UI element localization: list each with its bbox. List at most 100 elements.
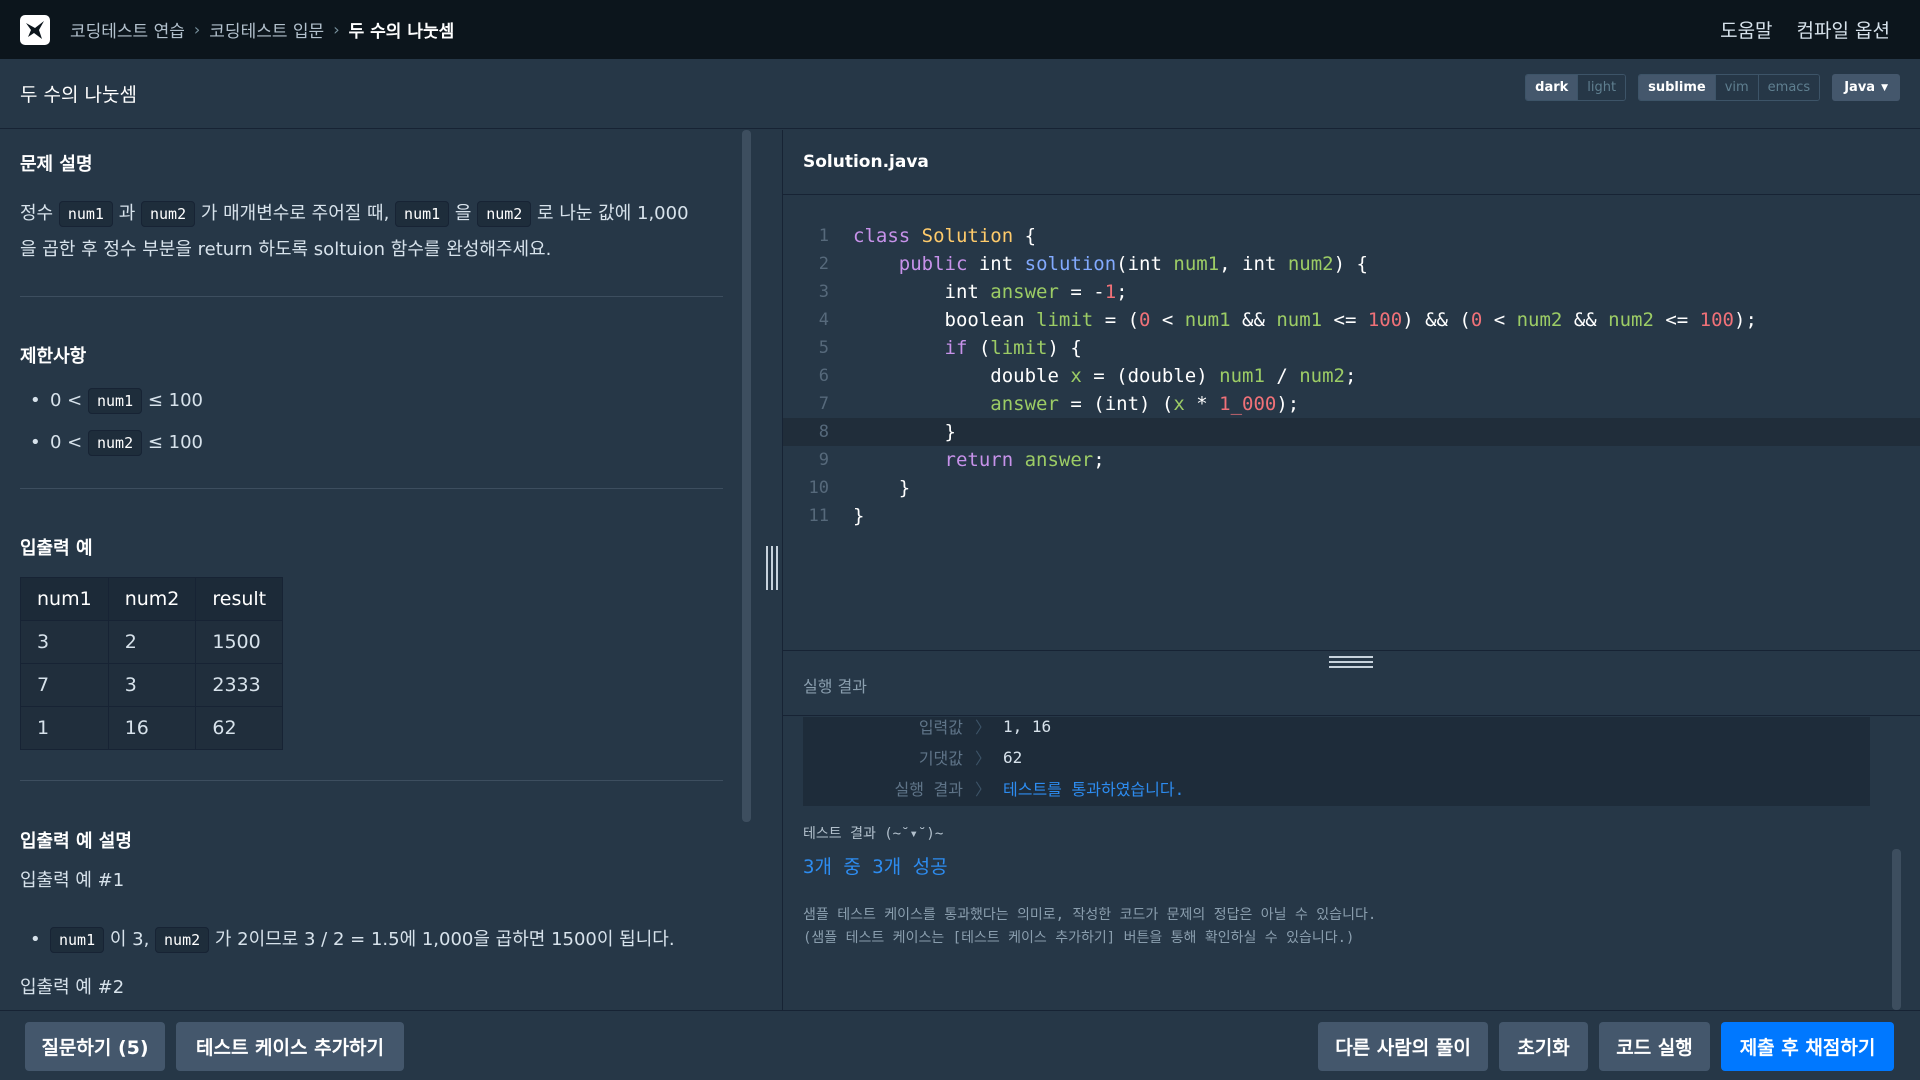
constraints-title: 제한사항 [20,346,87,367]
others-solutions-button[interactable]: 다른 사람의 풀이 [1318,1022,1488,1071]
result-output: 입력값 〉 1, 16 기댓값 〉 62 실행 결과 〉 테스트를 통과하였습니다. 테스트… [783,717,1920,1010]
table-cell: 1 [20,706,109,750]
keymap-vim-button[interactable]: vim [1715,75,1759,100]
code-token: solution [1024,253,1117,275]
theme-dark-button[interactable]: dark [1526,75,1579,100]
code-token: limit [990,337,1048,359]
text: 로 나눈 값에 1,000 [531,203,689,224]
code-token: Solution [921,225,1014,247]
compile-options-link[interactable]: 컴파일 옵션 [1797,16,1890,43]
input-value: 1, 16 [1003,717,1052,736]
code-editor[interactable]: 1 class Solution { 2 public int solution(… [783,222,1920,530]
code-line: 5 if (limit) { [783,334,1920,362]
text: 가 매개변수로 주어질 때, [195,203,396,224]
problem-scrollbar[interactable] [742,130,751,822]
caret-down-icon: ▼ [1881,82,1888,93]
breadcrumb: 코딩테스트 연습 › 코딩테스트 입문 › 두 수의 나눗셈 [70,17,454,42]
code-token: num2 [1287,253,1334,275]
table-cell: 2 [107,620,197,664]
result-title: 실행 결과 [803,677,867,696]
code-token: num2 [1299,365,1345,387]
question-button[interactable]: 질문하기 (5) [25,1022,165,1071]
test-summary-title: 테스트 결과 (~˘▾˘)~ [803,826,944,842]
page-title: 두 수의 나눗셈 [20,84,137,106]
chevron-right-icon: › [193,20,201,39]
result-row: 실행 결과 〉 테스트를 통과하였습니다. [803,773,1184,803]
table-cell: 1500 [195,620,284,664]
code-token: 0 [1139,309,1151,331]
vertical-resize-handle[interactable] [766,546,778,590]
inline-code: num2 [155,927,210,953]
language-value: Java [1844,80,1876,95]
add-testcase-button[interactable]: 테스트 케이스 추가하기 [176,1022,404,1071]
table-cell: 3 [20,620,109,664]
code-line: 11} [783,502,1920,530]
theme-light-button[interactable]: light [1578,75,1626,100]
code-token: class [853,225,911,247]
code-token: return [944,449,1014,471]
top-nav: 코딩테스트 연습 › 코딩테스트 입문 › 두 수의 나눗셈 도움말 컴파일 옵… [0,0,1920,59]
language-select[interactable]: Java ▼ [1832,74,1900,101]
breadcrumb-item[interactable]: 코딩테스트 입문 [209,17,324,42]
table-header: result [195,577,284,621]
example1-label: 입출력 예 #1 [20,870,125,891]
code-token: public [898,253,968,275]
code-token: boolean [944,309,1025,331]
submit-button[interactable]: 제출 후 채점하기 [1721,1022,1894,1071]
code-line-active: 8 } [783,418,1920,446]
logo-icon[interactable] [20,14,50,45]
note-line: (샘플 테스트 케이스는 [테스트 케이스 추가하기] 버튼을 통해 확인하실 … [803,930,1355,946]
line-number: 7 [818,394,829,414]
example2-label: 입출력 예 #2 [20,977,125,998]
table-cell: 62 [195,706,284,750]
line-number: 11 [808,506,829,526]
line-number: 2 [818,254,829,274]
code-token: num1 [1184,309,1231,331]
line-number: 4 [818,310,829,330]
chevron-right-icon: 〉 [975,718,992,737]
inline-code: num2 [87,430,143,456]
reset-button[interactable]: 초기화 [1499,1022,1588,1071]
result-value: 테스트를 통과하였습니다. [1003,780,1185,799]
text: 정수 [20,203,59,224]
table-row: 3 2 1500 [20,620,284,664]
result-label: 실행 결과 [894,780,963,799]
code-token: answer [990,393,1059,415]
list-item: num1 이 3, num2 가 2이므로 3 / 2 = 1.5에 1,000… [20,919,723,961]
title-bar: 두 수의 나눗셈 dark light sublime vim emacs Ja… [0,59,1920,129]
example1-list: num1 이 3, num2 가 2이므로 3 / 2 = 1.5에 1,000… [20,919,723,961]
keymap-sublime-button[interactable]: sublime [1639,75,1716,100]
result-scrollbar[interactable] [1892,849,1901,1010]
line-number: 6 [818,366,829,386]
test-case-box: 입력값 〉 1, 16 기댓값 〉 62 실행 결과 〉 테스트를 통과하였습니다. [803,717,1870,806]
code-token: double [1127,365,1197,387]
help-link[interactable]: 도움말 [1720,16,1772,43]
expected-value: 62 [1003,747,1023,767]
list-item: 0 < num2 ≤ 100 [20,422,203,464]
horizontal-resize-handle[interactable] [1329,656,1373,671]
text: ≤ 100 [142,390,203,411]
code-line: 7 answer = (int) (x * 1_000); [783,390,1920,418]
code-token: int [978,253,1014,275]
test-summary-count: 3개 중 3개 성공 [803,856,948,878]
text: 을 [449,203,478,224]
inline-code: num1 [50,927,105,953]
divider [20,780,723,781]
file-tab[interactable]: Solution.java [783,130,1920,195]
result-row: 기댓값 〉 62 [803,742,1022,772]
code-token: num1 [1276,309,1323,331]
examples-table: num1 num2 result 3 2 1500 7 3 2333 1 16 … [20,577,284,750]
table-cell: 7 [20,663,109,707]
code-line: 10 } [783,474,1920,502]
test-summary-note: 샘플 테스트 케이스를 통과했다는 의미로, 작성한 코드가 문제의 정답은 아… [803,904,1376,950]
chevron-right-icon: › [333,20,340,39]
table-header: num1 [20,577,109,621]
run-code-button[interactable]: 코드 실행 [1599,1022,1710,1071]
table-row: 7 3 2333 [20,663,284,707]
keymap-emacs-button[interactable]: emacs [1758,75,1820,100]
breadcrumb-item[interactable]: 코딩테스트 연습 [70,17,185,42]
explanation-title: 입출력 예 설명 [20,831,132,852]
text: ≤ 100 [142,432,203,453]
code-token: num1 [1219,365,1265,387]
text: 과 [112,203,141,224]
